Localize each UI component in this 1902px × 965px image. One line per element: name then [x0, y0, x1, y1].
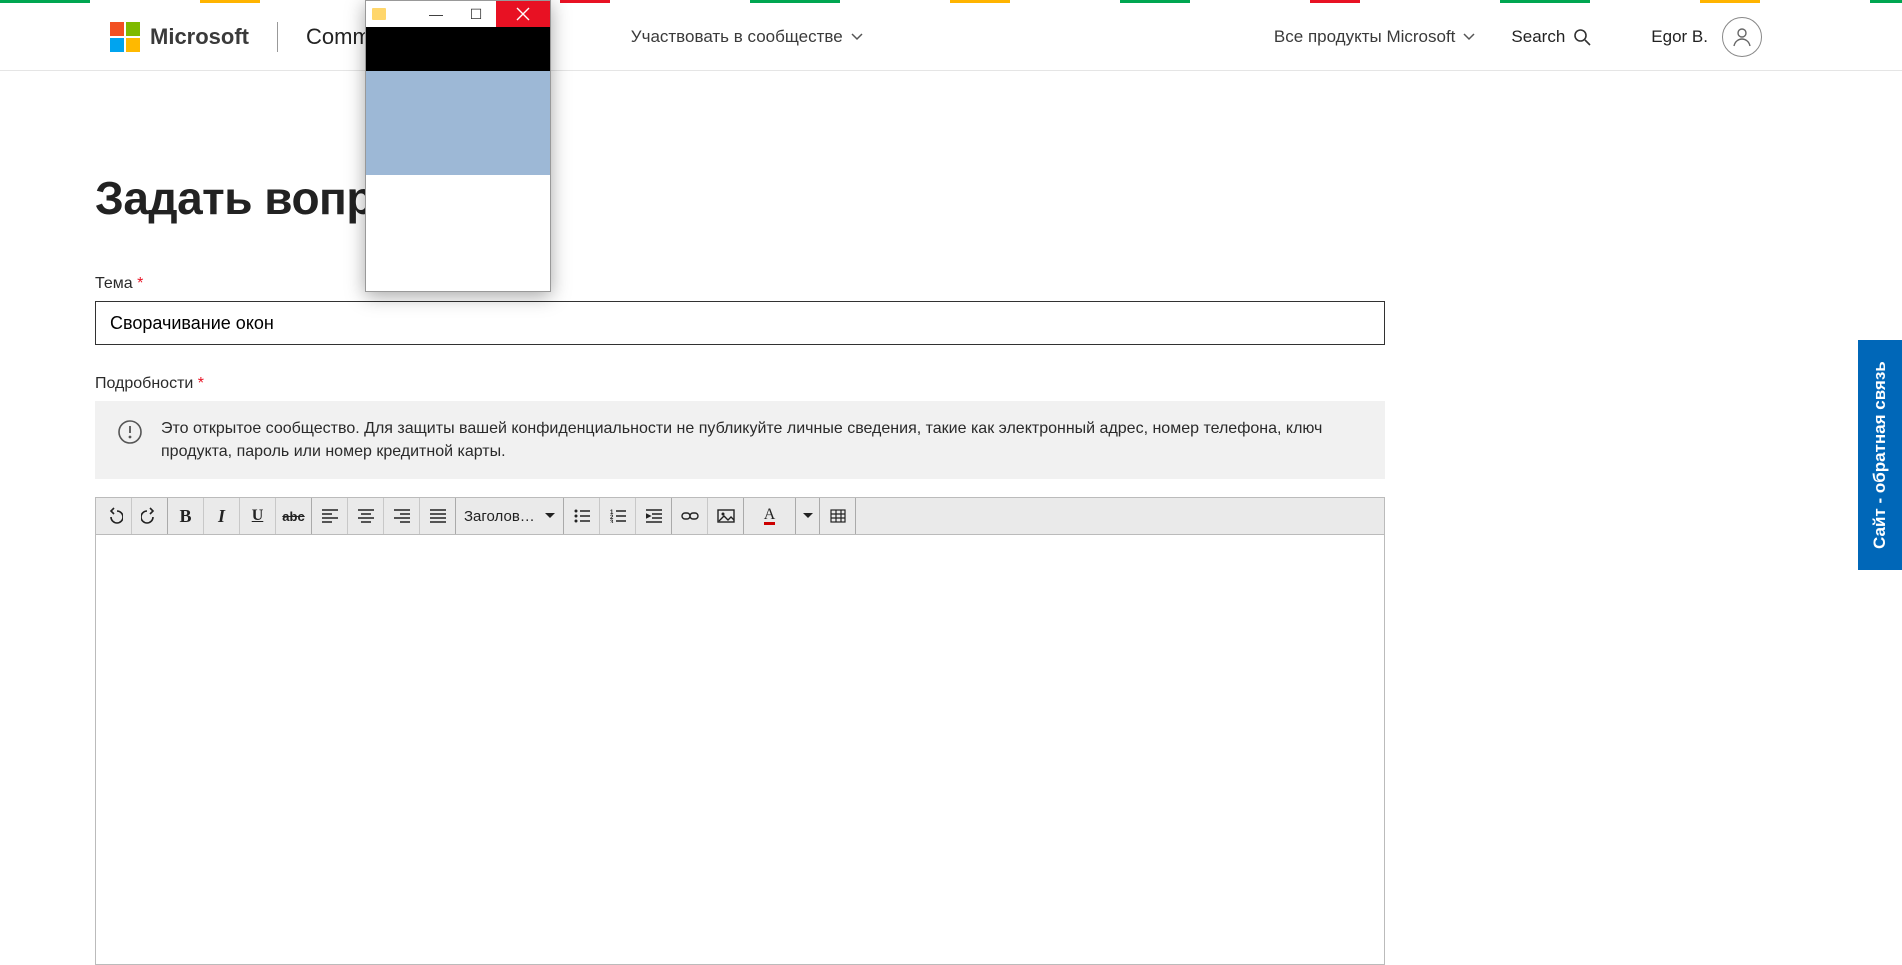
indent-button[interactable] [636, 498, 672, 534]
image-icon [717, 509, 735, 523]
number-list-icon: 123 [610, 509, 626, 523]
align-right-button[interactable] [384, 498, 420, 534]
window-minimize-button[interactable]: — [416, 1, 456, 27]
window-ribbon [366, 27, 550, 71]
window-close-button[interactable] [496, 1, 550, 27]
heading-dropdown[interactable]: Заголов… [456, 498, 564, 534]
nav-all-products[interactable]: Все продукты Microsoft [1274, 27, 1476, 47]
dropdown-icon [545, 513, 555, 519]
italic-button[interactable]: I [204, 498, 240, 534]
window-titlebar[interactable]: — ☐ [366, 1, 550, 27]
nav-participate-label: Участвовать в сообществе [631, 27, 843, 47]
subject-input[interactable] [95, 301, 1385, 345]
bold-button[interactable]: B [168, 498, 204, 534]
search-button[interactable]: Search [1511, 27, 1591, 47]
chevron-down-icon [851, 31, 863, 43]
chevron-down-icon [1463, 31, 1475, 43]
folder-icon [372, 8, 386, 20]
required-mark: * [198, 375, 204, 392]
align-left-icon [322, 509, 338, 523]
floating-window[interactable]: — ☐ [365, 0, 551, 292]
editor-toolbar: B I U abc Заголов… 123 A [95, 497, 1385, 535]
redo-icon [141, 507, 159, 525]
svg-text:3: 3 [610, 520, 614, 523]
subject-label: Тема * [95, 275, 1390, 293]
search-label: Search [1511, 27, 1565, 47]
details-label: Подробности * [95, 375, 1390, 393]
maximize-glyph: ☐ [470, 6, 483, 23]
main-content: Задать вопро Тема * Подробности * Это от… [0, 71, 1500, 965]
microsoft-logo-icon [110, 22, 140, 52]
number-list-button[interactable]: 123 [600, 498, 636, 534]
align-center-icon [358, 509, 374, 523]
details-label-text: Подробности [95, 375, 193, 392]
brand-text: Microsoft [150, 24, 249, 50]
image-button[interactable] [708, 498, 744, 534]
community-link[interactable]: Comm [306, 24, 371, 50]
privacy-notice: Это открытое сообщество. Для защиты ваше… [95, 401, 1385, 479]
privacy-notice-text: Это открытое сообщество. Для защиты ваше… [161, 417, 1363, 463]
font-color-button[interactable]: A [744, 498, 796, 534]
avatar[interactable] [1722, 17, 1762, 57]
user-menu[interactable]: Egor B. [1651, 17, 1762, 57]
justify-button[interactable] [420, 498, 456, 534]
user-name: Egor B. [1651, 27, 1708, 47]
font-color-dropdown[interactable] [796, 498, 820, 534]
justify-icon [430, 509, 446, 523]
redo-button[interactable] [132, 498, 168, 534]
minimize-glyph: — [429, 6, 443, 22]
bullet-list-icon [574, 509, 590, 523]
header-divider [277, 22, 278, 52]
info-icon [117, 419, 143, 445]
dropdown-icon [803, 513, 813, 519]
microsoft-logo[interactable]: Microsoft [110, 22, 249, 52]
search-icon [1573, 28, 1591, 46]
strike-button[interactable]: abc [276, 498, 312, 534]
nav-all-products-label: Все продукты Microsoft [1274, 27, 1456, 47]
font-color-a: A [764, 508, 776, 525]
link-button[interactable] [672, 498, 708, 534]
underline-button[interactable]: U [240, 498, 276, 534]
feedback-tab-label: Сайт - обратная связь [1870, 361, 1890, 549]
feedback-tab[interactable]: Сайт - обратная связь [1858, 340, 1902, 570]
bullet-list-button[interactable] [564, 498, 600, 534]
window-selection-area[interactable] [366, 71, 550, 175]
table-button[interactable] [820, 498, 856, 534]
table-icon [830, 509, 846, 523]
link-icon [681, 510, 699, 522]
subject-label-text: Тема [95, 275, 133, 292]
align-right-icon [394, 509, 410, 523]
page-title: Задать вопро [95, 171, 1390, 225]
person-icon [1731, 26, 1753, 48]
indent-icon [646, 509, 662, 523]
site-header: Microsoft Comm Участвовать в сообществе … [0, 3, 1902, 71]
align-center-button[interactable] [348, 498, 384, 534]
align-left-button[interactable] [312, 498, 348, 534]
nav-participate[interactable]: Участвовать в сообществе [631, 27, 863, 47]
close-icon [516, 7, 530, 21]
required-mark: * [137, 275, 143, 292]
undo-button[interactable] [96, 498, 132, 534]
undo-icon [105, 507, 123, 525]
details-editor[interactable] [95, 535, 1385, 965]
heading-label: Заголов… [464, 508, 535, 525]
window-maximize-button[interactable]: ☐ [456, 1, 496, 27]
